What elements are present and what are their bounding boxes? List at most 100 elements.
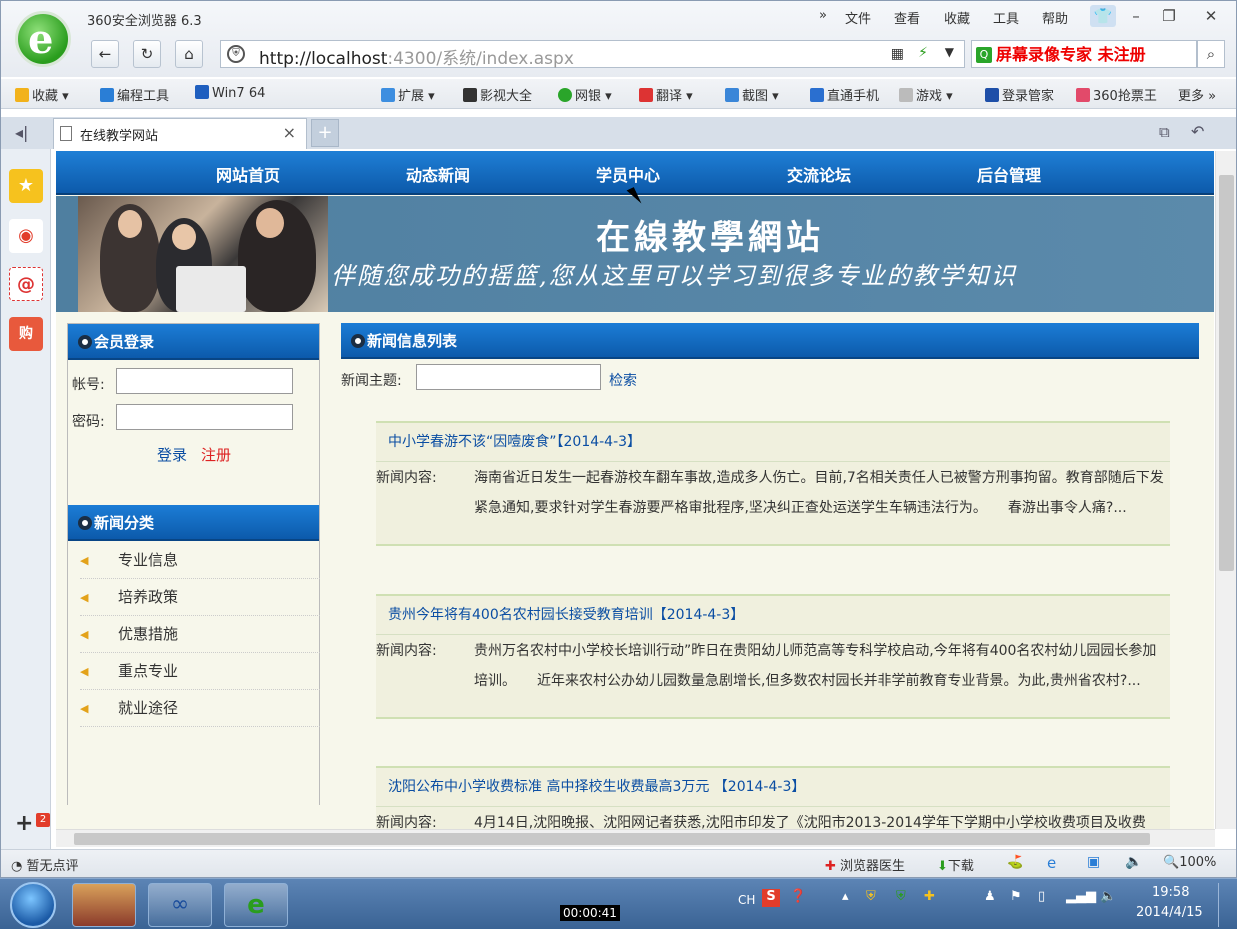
bullet-icon: [78, 516, 92, 530]
browser-doctor[interactable]: ✚ 浏览器医生: [825, 855, 905, 874]
new-tab-button[interactable]: +: [311, 119, 339, 147]
category-item[interactable]: ◀ 重点专业: [80, 653, 320, 690]
category-item[interactable]: ◀ 专业信息: [80, 542, 320, 579]
news-title-link[interactable]: 贵州今年将有400名农村园长接受教育培训【2014-4-3】: [388, 604, 744, 624]
fav-collect[interactable]: 收藏 ▾: [15, 85, 69, 104]
restore-button[interactable]: ❐: [1156, 5, 1182, 27]
sidebar-toggle-icon[interactable]: ◂|: [15, 123, 28, 142]
tab-active[interactable]: 在线教学网站 ×: [53, 118, 307, 149]
nav-home[interactable]: 网站首页: [216, 162, 280, 186]
taskbar-app-photo[interactable]: [72, 883, 136, 927]
fav-phone[interactable]: 直通手机: [810, 85, 879, 104]
register-link[interactable]: 注册: [201, 444, 231, 465]
lightning-icon[interactable]: ⚡: [918, 45, 928, 61]
fav-screenshot[interactable]: 截图 ▾: [725, 85, 779, 104]
fav-videos[interactable]: 影视大全: [463, 85, 532, 104]
news-content-label: 新闻内容:: [376, 470, 437, 486]
comment-status[interactable]: ◔ 暂无点评: [11, 855, 79, 874]
fav-translate[interactable]: 翻译 ▾: [639, 85, 693, 104]
fav-extensions[interactable]: 扩展 ▾: [381, 85, 435, 104]
star-icon: [15, 88, 29, 102]
menu-favorites[interactable]: 收藏: [944, 8, 970, 27]
network-icon[interactable]: ▂▄▆: [1066, 889, 1096, 904]
shield-tray-icon[interactable]: ⛨: [866, 889, 876, 904]
category-item[interactable]: ◀ 就业途径: [80, 690, 320, 727]
news-search-button[interactable]: 检索: [609, 370, 637, 390]
minimize-button[interactable]: –: [1123, 5, 1149, 27]
password-input[interactable]: [116, 404, 293, 430]
search-button[interactable]: ⌕: [1197, 40, 1225, 68]
menu-help[interactable]: 帮助: [1042, 8, 1068, 27]
fav-tickets[interactable]: 360抢票王: [1076, 85, 1157, 104]
speaker-tray-icon[interactable]: 🔈: [1100, 889, 1116, 904]
address-bar[interactable]: ⛨ http://localhost:4300/系统/index.aspx ▦ …: [220, 40, 965, 69]
fav-win7[interactable]: Win7 64: [195, 85, 265, 101]
ie-icon[interactable]: e: [1047, 854, 1056, 872]
help-icon[interactable]: ❓: [790, 889, 806, 904]
news-title-link[interactable]: 沈阳公布中小学收费标准 高中择校生收费最高3万元 【2014-4-3】: [388, 776, 805, 796]
show-desktop-button[interactable]: [1218, 883, 1232, 927]
news-search-input[interactable]: [416, 364, 601, 390]
input-lang[interactable]: CH: [738, 893, 755, 907]
qq-icon[interactable]: ♟: [984, 889, 996, 904]
scroll-thumb[interactable]: [74, 833, 1150, 845]
menu-more[interactable]: »: [819, 8, 827, 23]
nav-admin[interactable]: 后台管理: [977, 162, 1041, 186]
taskbar-app-vs[interactable]: ∞: [148, 883, 212, 927]
news-title-link[interactable]: 中小学春游不该“因噎废食”【2014-4-3】: [388, 431, 641, 451]
shopping-icon[interactable]: 购: [9, 317, 43, 351]
news-list-title: 新闻信息列表: [367, 332, 458, 350]
weibo-icon[interactable]: ◉: [9, 219, 43, 253]
fav-dev-tools[interactable]: 编程工具: [100, 85, 169, 104]
chevron-down-icon[interactable]: ▼: [945, 45, 954, 59]
download-button[interactable]: ⬇下载: [937, 855, 974, 874]
menu-tools[interactable]: 工具: [993, 8, 1019, 27]
category-item[interactable]: ◀ 培养政策: [80, 579, 320, 616]
p2p-icon[interactable]: ⛳: [1007, 855, 1023, 870]
skin-icon[interactable]: 👕: [1090, 5, 1116, 27]
plus-tray-icon[interactable]: ✚: [924, 889, 935, 904]
back-button[interactable]: ←: [91, 40, 119, 68]
start-button[interactable]: [10, 882, 56, 928]
home-button[interactable]: ⌂: [175, 40, 203, 68]
refresh-button[interactable]: ↻: [133, 40, 161, 68]
sogou-icon[interactable]: S: [762, 889, 780, 907]
search-box[interactable]: Q 屏幕录像专家 未注册: [971, 40, 1197, 68]
mail-icon[interactable]: @: [9, 267, 43, 301]
fav-login-manager[interactable]: 登录管家: [985, 85, 1054, 104]
login-link[interactable]: 登录: [157, 444, 187, 465]
flag-icon[interactable]: ⚑: [1010, 889, 1022, 904]
undo-close-icon[interactable]: ↶: [1191, 122, 1204, 141]
scroll-thumb[interactable]: [1219, 175, 1234, 571]
site-banner: 在線教學網站 伴随您成功的摇篮,您从这里可以学习到很多专业的教学知识: [56, 196, 1214, 312]
vertical-scrollbar[interactable]: [1215, 151, 1236, 829]
close-tab-icon[interactable]: ×: [283, 123, 296, 142]
taskbar-app-360[interactable]: e: [224, 883, 288, 927]
power-icon[interactable]: ▯: [1038, 889, 1045, 904]
clock-date[interactable]: 2014/4/15: [1136, 905, 1203, 920]
qrcode-icon[interactable]: ▦: [891, 46, 904, 62]
clock-time[interactable]: 19:58: [1152, 885, 1189, 900]
star-icon[interactable]: ★: [9, 169, 43, 203]
safe-icon[interactable]: ⛨: [896, 889, 906, 904]
nav-news[interactable]: 动态新闻: [406, 162, 470, 186]
nav-forum[interactable]: 交流论坛: [787, 162, 851, 186]
add-sidebar-icon[interactable]: +: [15, 811, 33, 836]
window-icon[interactable]: ▣: [1087, 854, 1100, 870]
fav-bank[interactable]: 网银 ▾: [558, 85, 612, 104]
close-window-button[interactable]: ✕: [1198, 5, 1224, 27]
menu-file[interactable]: 文件: [845, 8, 871, 27]
fav-games[interactable]: 游戏 ▾: [899, 85, 953, 104]
search-engine-icon[interactable]: Q: [976, 47, 992, 63]
menu-view[interactable]: 查看: [894, 8, 920, 27]
horizontal-scrollbar[interactable]: [56, 829, 1215, 847]
account-input[interactable]: [116, 368, 293, 394]
restore-tab-icon[interactable]: ⧉: [1159, 123, 1170, 141]
category-item[interactable]: ◀ 优惠措施: [80, 616, 320, 653]
news-item: 沈阳公布中小学收费标准 高中择校生收费最高3万元 【2014-4-3】 新闻内容…: [376, 766, 1170, 829]
volume-icon[interactable]: 🔈: [1125, 854, 1142, 870]
fav-more[interactable]: 更多 »: [1178, 85, 1216, 104]
tray-expand-icon[interactable]: ▴: [842, 889, 849, 904]
nav-student-center[interactable]: 学员中心: [596, 162, 660, 186]
zoom-level[interactable]: 🔍100%: [1163, 855, 1216, 870]
